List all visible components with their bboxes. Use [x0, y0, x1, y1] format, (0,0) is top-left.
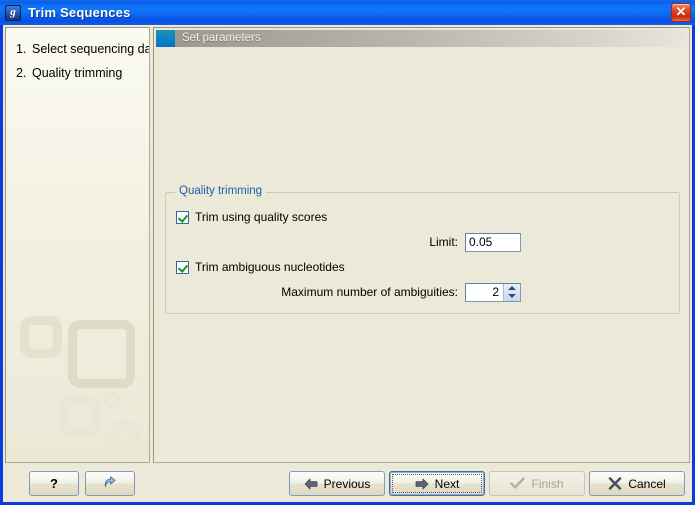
finish-label: Finish [531, 476, 564, 491]
max-ambiguities-label: Maximum number of ambiguities: [281, 285, 458, 299]
max-ambiguities-value[interactable]: 2 [466, 284, 503, 301]
step-label: Quality trimming [32, 66, 123, 80]
stepper-up-icon[interactable] [504, 284, 520, 293]
limit-input[interactable] [465, 232, 521, 252]
previous-label: Previous [323, 476, 371, 491]
quality-trimming-groupbox: Quality trimming Trim using quality scor… [165, 185, 680, 314]
trim-quality-row: Trim using quality scores [176, 206, 667, 228]
arrow-right-icon [415, 478, 429, 490]
cancel-button[interactable]: Cancel [589, 471, 685, 496]
undo-arrow-icon [102, 475, 119, 492]
trim-using-quality-scores-label: Trim using quality scores [195, 210, 328, 224]
previous-button[interactable]: Previous [289, 471, 385, 496]
finish-button: Finish [489, 471, 585, 496]
sidebar-item-select-sequencing-data[interactable]: 1. Select sequencing data [6, 37, 149, 61]
max-ambiguities-stepper[interactable]: 2 [465, 282, 521, 302]
close-icon[interactable]: ✕ [671, 3, 691, 22]
next-label: Next [434, 476, 460, 491]
application-window: g Trim Sequences ✕ 1. Select sequencing … [0, 0, 695, 505]
panel-header-title: Set parameters [182, 32, 261, 44]
sidebar-item-quality-trimming[interactable]: 2. Quality trimming [6, 61, 149, 85]
step-label: Select sequencing data [32, 42, 150, 56]
parameters-icon [156, 30, 175, 47]
window-title: Trim Sequences [28, 5, 131, 20]
step-number: 1. [16, 42, 27, 56]
step-number: 2. [16, 66, 27, 80]
next-button[interactable]: Next [389, 471, 485, 496]
cancel-label: Cancel [628, 476, 666, 491]
stepper-buttons [503, 283, 520, 301]
dialog-footer: ? Previous Next Finish Cancel [3, 465, 692, 502]
checkmark-icon [510, 477, 526, 490]
limit-row: Limit: [176, 231, 667, 253]
trim-ambiguous-nucleotides-label: Trim ambiguous nucleotides [195, 260, 345, 274]
max-ambiguities-row: Maximum number of ambiguities: 2 [176, 281, 667, 303]
question-mark-icon: ? [50, 476, 58, 491]
title-bar: g Trim Sequences ✕ [0, 0, 695, 25]
reset-button[interactable] [85, 471, 135, 496]
app-logo-icon: g [5, 4, 21, 21]
sidebar-watermark [6, 254, 149, 462]
trim-ambiguous-nucleotides-checkbox[interactable] [176, 260, 189, 274]
help-button[interactable]: ? [29, 471, 79, 496]
stepper-down-icon[interactable] [504, 292, 520, 301]
arrow-left-icon [304, 478, 318, 490]
step-list: 1. Select sequencing data 2. Quality tri… [6, 28, 149, 85]
trim-using-quality-scores-checkbox[interactable] [176, 210, 189, 224]
wizard-step-sidebar: 1. Select sequencing data 2. Quality tri… [5, 27, 150, 463]
parameters-panel: Set parameters Quality trimming Trim usi… [153, 27, 690, 463]
limit-label: Limit: [429, 235, 458, 249]
close-x-icon [608, 477, 622, 490]
trim-ambiguous-row: Trim ambiguous nucleotides [176, 256, 667, 278]
panel-header: Set parameters [156, 30, 687, 47]
dialog-body: 1. Select sequencing data 2. Quality tri… [3, 25, 692, 465]
